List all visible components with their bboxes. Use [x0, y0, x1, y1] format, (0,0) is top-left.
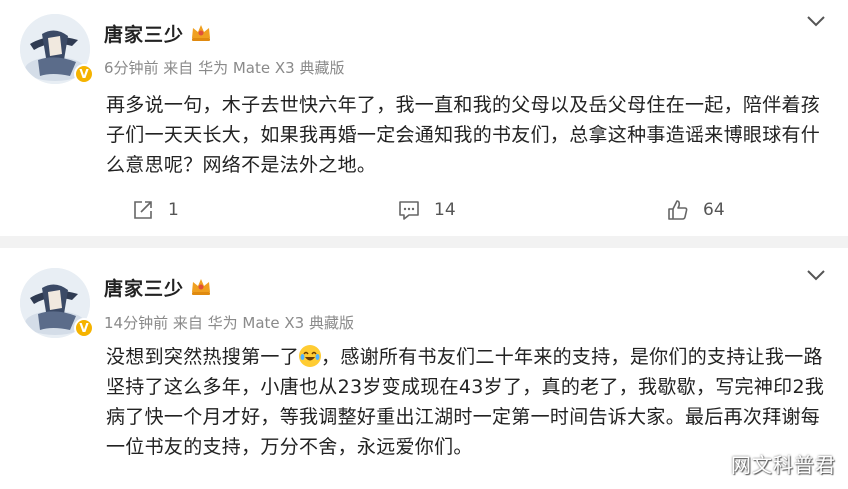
like-button[interactable]: 64 [667, 194, 725, 226]
chevron-down-icon[interactable] [806, 268, 826, 282]
verified-badge-icon: V [74, 318, 94, 338]
post-card: V 唐家三少 14分钟前 来自 华为 Mate X3 典藏版 没想到突然热搜第一… [0, 248, 848, 489]
action-bar: 1 14 64 [0, 194, 848, 226]
repost-button[interactable]: 1 [132, 194, 179, 226]
comment-icon [399, 201, 419, 220]
post-meta: 14分钟前 来自 华为 Mate X3 典藏版 [104, 314, 354, 332]
post-content: 再多说一句，木子去世快六年了，我一直和我的父母以及岳父母住在一起，陪伴着孩子们一… [106, 94, 821, 176]
crown-icon [192, 279, 210, 295]
comment-button[interactable]: 14 [398, 194, 456, 226]
laugh-cry-emoji-icon [299, 345, 322, 367]
author-name[interactable]: 唐家三少 [104, 274, 184, 301]
post-meta: 6分钟前 来自 华为 Mate X3 典藏版 [104, 59, 345, 77]
chevron-down-icon[interactable] [806, 14, 826, 28]
like-count: 64 [703, 200, 725, 220]
verified-badge-icon: V [74, 64, 94, 84]
author-name[interactable]: 唐家三少 [104, 20, 184, 47]
post-content: 没想到突然热搜第一了 ，感谢所有书友们二十年来的支持，是你们的支持让我一路坚持了这… [106, 342, 826, 462]
comment-count: 14 [434, 200, 456, 220]
like-icon [668, 200, 688, 220]
post-content-text: 没想到突然热搜第一了 [106, 346, 300, 368]
watermark: 网文科普君 [731, 453, 836, 477]
repost-icon [134, 201, 152, 219]
post-card: V 唐家三少 6分钟前 来自 华为 Mate X3 典藏版 再多说一句，木子去世… [0, 0, 848, 236]
repost-count: 1 [168, 200, 179, 220]
crown-icon [192, 25, 210, 41]
